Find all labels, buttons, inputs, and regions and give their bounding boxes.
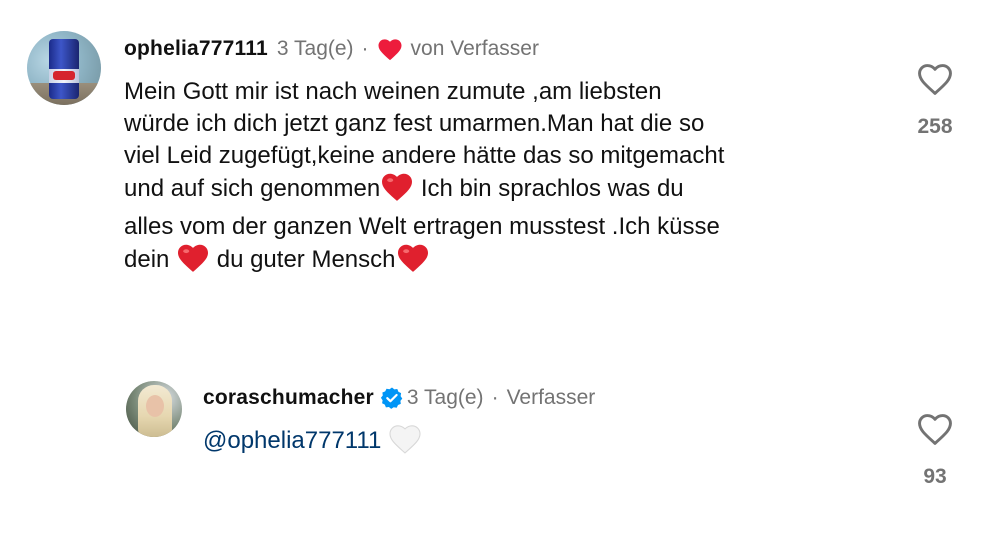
author-liked-heart-icon [377,38,403,61]
comment-username[interactable]: ophelia777111 [124,35,268,63]
avatar-image-can-logo [53,71,75,80]
reply-time: 3 Tag(e) [406,386,484,409]
comment-text-line: Mein Gott mir ist nach weinen zumute ,am… [124,78,662,105]
red-heart-emoji-icon [396,243,430,282]
avatar-image-face [146,395,164,417]
comment-text-line: du guter Mensch [216,246,396,273]
like-control: 258 [906,62,964,139]
comment-text-line: Ich bin sprachlos was du [420,175,684,202]
meta-separator: · [361,37,369,60]
verified-badge-icon [380,386,404,410]
avatar[interactable] [126,381,182,437]
comment-text-line: würde ich dich jetzt ganz fest umarmen.M… [124,110,705,137]
red-heart-emoji-icon [380,172,414,211]
author-label: Verfasser [506,386,596,409]
comment-meta: ophelia777111 3 Tag(e) · von Verfasser [124,35,539,63]
reply-username[interactable]: coraschumacher [203,384,374,412]
comment-text-line: dein [124,246,170,273]
liked-by-author-label: von Verfasser [410,37,539,60]
comment-text: Mein Gott mir ist nach weinen zumute ,am… [124,76,884,282]
meta-separator: · [491,386,499,409]
comment-text-line: viel Leid zugefügt,keine andere hätte da… [124,142,725,169]
like-control: 93 [906,412,964,489]
reply-text: @ophelia777111 [203,424,422,463]
heart-outline-icon[interactable] [916,412,954,451]
comment-text-line: alles vom der ganzen Welt ertragen musst… [124,213,720,240]
avatar[interactable] [27,31,101,105]
mention-link[interactable]: @ophelia777111 [203,427,381,454]
like-count: 258 [917,115,953,138]
comment-time: 3 Tag(e) [276,37,354,60]
like-count: 93 [923,465,947,488]
heart-outline-icon[interactable] [916,62,954,101]
reply-meta: coraschumacher 3 Tag(e) · Verfasser [203,384,595,412]
red-heart-emoji-icon [176,243,210,282]
white-heart-emoji-icon [388,424,422,463]
comment-text-line: und auf sich genommen [124,175,381,202]
